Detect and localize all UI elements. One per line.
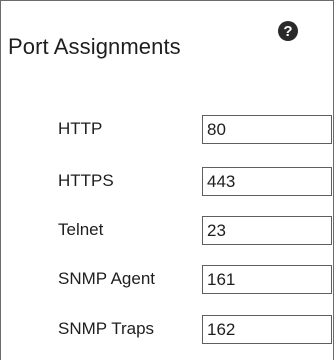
port-assignments-panel: Port Assignments ? HTTP HTTPS Telnet SNM… — [0, 0, 334, 360]
snmp-traps-port-input[interactable] — [202, 315, 332, 344]
svg-text:?: ? — [283, 23, 292, 40]
snmp-agent-label: SNMP Agent — [58, 269, 156, 288]
snmp-traps-label: SNMP Traps — [58, 319, 155, 338]
telnet-label: Telnet — [58, 220, 104, 239]
help-icon-graphic: ? — [278, 21, 298, 41]
snmp-agent-port-input[interactable] — [202, 265, 332, 294]
help-icon[interactable]: ? — [277, 20, 299, 42]
https-label: HTTPS — [58, 171, 114, 190]
http-label: HTTP — [58, 119, 103, 138]
section-title: Port Assignments — [8, 34, 181, 59]
http-port-input[interactable] — [202, 115, 332, 144]
telnet-port-input[interactable] — [202, 216, 332, 245]
https-port-input[interactable] — [202, 167, 332, 196]
